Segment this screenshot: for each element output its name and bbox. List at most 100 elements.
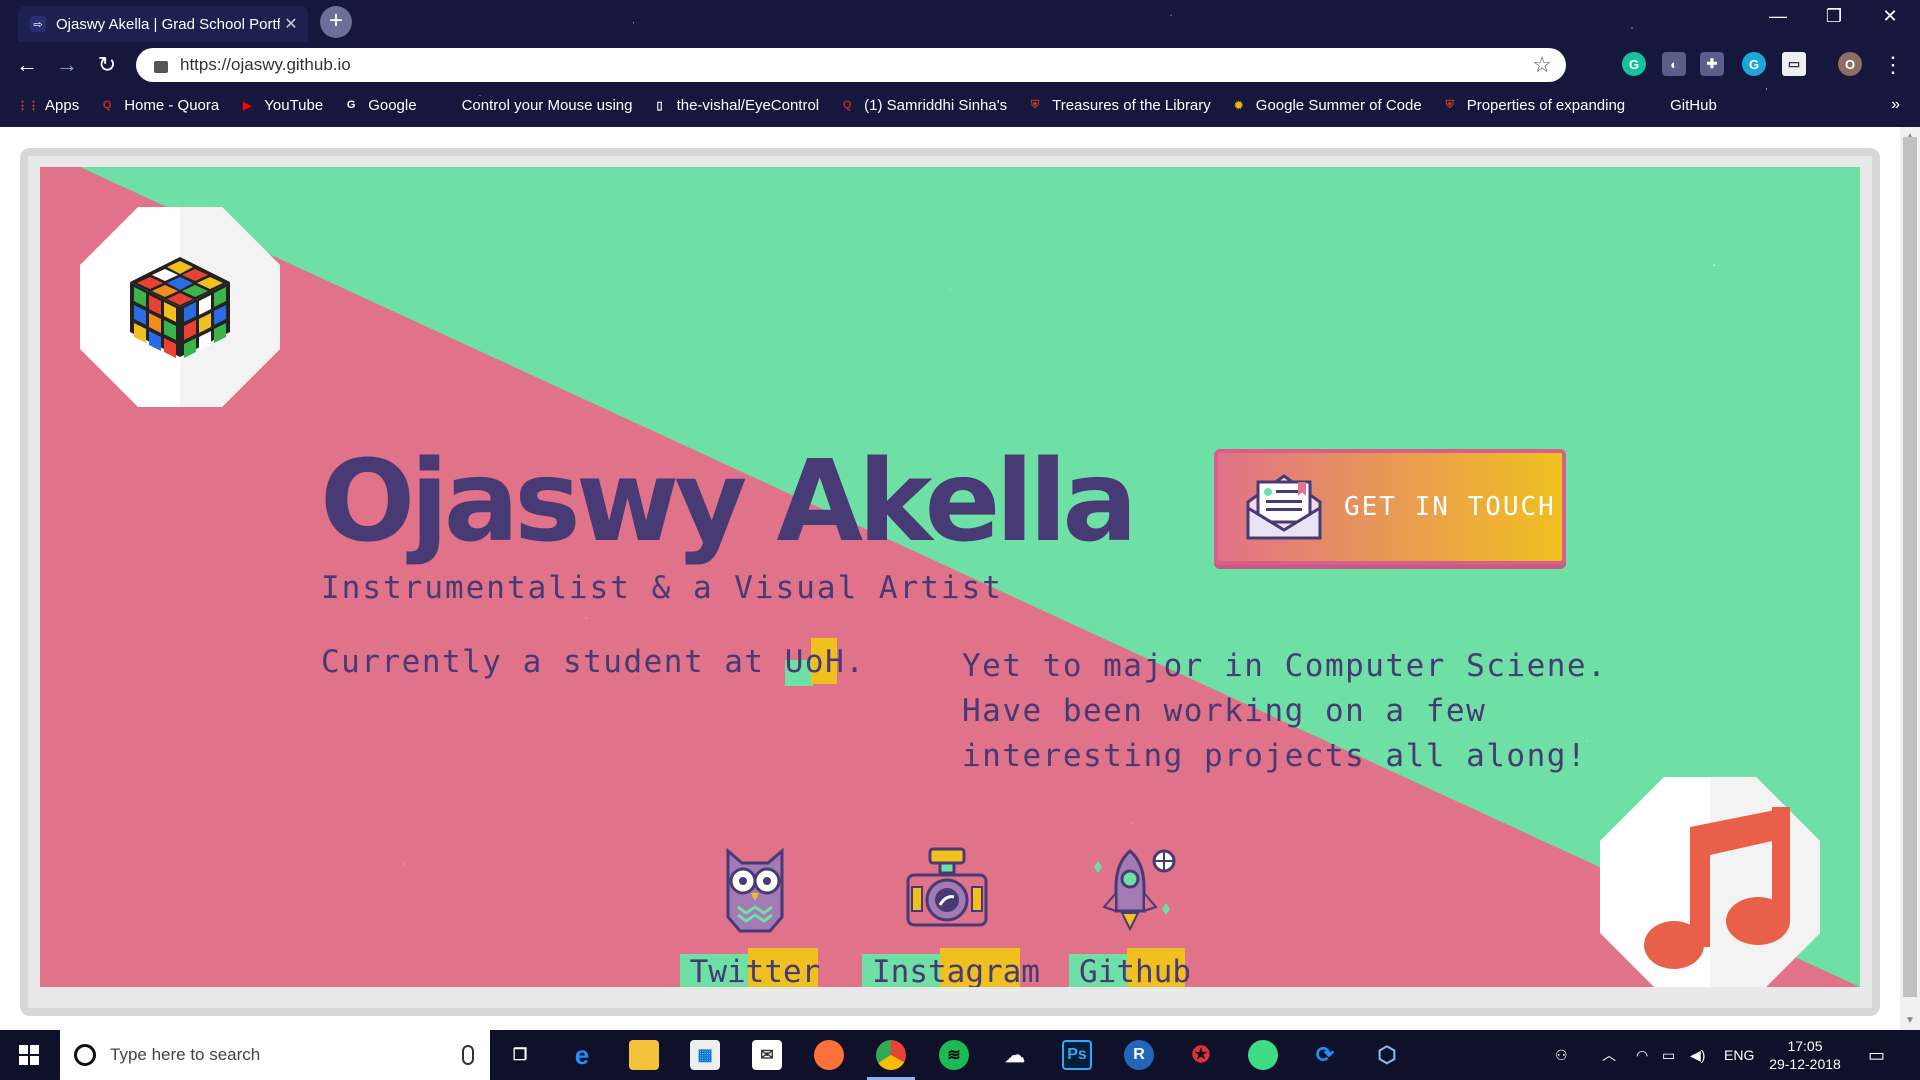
volume-icon[interactable]: ◀) [1690,1030,1705,1080]
forward-button[interactable]: → [52,52,82,78]
bookmarks-bar: ⋮⋮ Apps Q Home - Quora ▶ YouTube G Google ● Contr… [0,92,1717,118]
bookmark-label: Properties of expanding [1466,96,1626,114]
bio-line: interesting projects all along! [962,738,1588,774]
bookmark-item[interactable]: ⋮⋮ Apps [17,97,79,114]
current-status: Currently a student at UoH. [321,638,865,686]
tab-title: Ojaswy Akella | Grad School Portfolio [56,15,280,33]
spotify-icon[interactable]: ≋ [939,1040,969,1070]
network-tool-icon[interactable]: ✪ [1186,1040,1216,1070]
soundcloud-icon[interactable]: ☁ [1000,1040,1030,1070]
tray-overflow-icon[interactable]: ︿ [1602,1030,1616,1080]
back-button[interactable]: ← [12,52,42,78]
instagram-label: Instagram [872,954,1040,987]
taskbar-search-input[interactable]: Type here to search [60,1030,490,1080]
browser-tab-active[interactable]: ⇨ Ojaswy Akella | Grad School Portfolio … [18,6,308,42]
sync-icon[interactable]: ⟳ [1310,1040,1340,1070]
bookmark-star-icon[interactable]: ☆ [1532,52,1552,78]
url-text[interactable]: https://ojaswy.github.io [180,55,1532,75]
scroll-thumb[interactable] [1903,137,1917,997]
lightbulb-extension-icon[interactable]: ◐ [1662,52,1686,76]
github-link[interactable]: Github [1050,847,1220,987]
get-in-touch-button[interactable]: GET IN TOUCH [1214,449,1566,565]
puzzle-extension-icon[interactable]: ✚ [1700,52,1724,76]
bio-line: Have been working on a few [962,693,1487,729]
minimize-button[interactable]: — [1758,6,1798,27]
bookmark-item[interactable]: Q Home - Quora [99,97,219,114]
bookmark-label: the-vishal/EyeControl [676,96,820,114]
bookmark-item[interactable]: Q (1) Samriddhi Sinha's [839,97,1007,114]
browser-chrome: ⇨ Ojaswy Akella | Grad School Portfolio … [0,0,1920,127]
tab-close-icon[interactable]: ✕ [280,14,302,34]
hero-card: Ojaswy Akella Instrumentalist & a Visual… [40,167,1860,987]
firefox-icon[interactable] [814,1040,844,1070]
bookmark-item[interactable]: ✹ Google Summer of Code [1231,97,1422,114]
microphone-icon[interactable] [462,1045,474,1065]
cortana-icon [74,1044,96,1066]
instagram-link[interactable]: Instagram [862,847,1040,987]
screen-extension-icon[interactable]: ▭ [1782,52,1806,76]
bio-line: Yet to major in Computer Sciene. [962,648,1608,684]
scroll-down-icon[interactable]: ▼ [1905,1015,1915,1026]
restore-button[interactable]: ❐ [1814,6,1854,27]
bookmark-label: Control your Mouse using Eye [461,96,632,114]
store-icon[interactable]: ▦ [690,1040,720,1070]
g-extension-icon[interactable]: G [1742,52,1766,76]
close-window-button[interactable]: ✕ [1870,6,1910,27]
wifi-icon[interactable]: ◠ [1636,1030,1648,1080]
bookmark-label: YouTube [264,96,324,114]
people-icon[interactable]: ⚇ [1555,1030,1568,1080]
bookmark-item[interactable]: G Google [343,96,417,114]
page-scrollbar[interactable]: ▲ ▼ [1900,127,1920,1030]
photoshop-icon[interactable]: Ps [1062,1040,1092,1070]
page-title: Ojaswy Akella [320,437,1138,567]
virtualbox-icon[interactable]: ⬡ [1372,1040,1402,1070]
site-favicon-icon: ⇨ [30,16,46,32]
apps-grid-icon: ⋮⋮ [17,99,39,112]
clock-date: 29-12-2018 [1769,1056,1841,1072]
shield-icon: ⛨ [1445,98,1454,111]
new-tab-button[interactable]: + [320,6,352,38]
youtube-icon: ▶ [243,99,252,112]
file-explorer-icon[interactable] [629,1040,659,1070]
bookmark-item[interactable]: ▯ the-vishal/EyeControl [652,97,820,114]
bookmark-item[interactable]: ⛨ Treasures of the Library [1027,97,1211,114]
grammarly-extension-icon[interactable]: G [1622,52,1646,76]
edge-icon[interactable]: e [567,1040,597,1070]
current-prefix: Currently a student at [321,644,785,680]
notifications-icon[interactable]: ▭ [1868,1030,1885,1080]
google-icon: G [346,99,356,111]
language-indicator[interactable]: ENG [1724,1030,1754,1080]
bookmark-label: Google [368,96,417,114]
bookmark-item[interactable]: ▶ YouTube [239,97,323,114]
rocket-icon [1094,849,1176,932]
r-language-icon[interactable]: R [1124,1040,1154,1070]
bookmark-item[interactable]: ● GitHub [1645,97,1717,114]
chrome-icon[interactable] [876,1040,906,1070]
mail-icon[interactable]: ✉ [752,1040,782,1070]
get-in-touch-label: GET IN TOUCH [1344,492,1556,522]
bookmark-item[interactable]: ● Control your Mouse using Eye [437,96,632,114]
envelope-icon [1246,474,1322,540]
github-label: Github [1079,954,1191,987]
task-view-icon[interactable]: ❐ [505,1040,535,1070]
windows-logo-icon [19,1045,39,1065]
menu-kebab-icon[interactable]: ⋮ [1878,52,1908,78]
battery-icon[interactable]: ▭ [1662,1030,1675,1080]
shield-icon: ⛨ [1030,98,1040,111]
reload-button[interactable]: ↻ [92,52,122,78]
quora-icon: Q [102,99,112,111]
clock-time: 17:05 [1787,1038,1823,1054]
tagline: Instrumentalist & a Visual Artist [321,570,1003,606]
profile-avatar[interactable]: O [1838,52,1862,76]
android-studio-icon[interactable] [1248,1040,1278,1070]
bio-text: Yet to major in Computer Sciene. Have be… [962,644,1607,779]
bookmarks-overflow-icon[interactable]: » [1891,96,1900,114]
address-bar[interactable]: https://ojaswy.github.io ☆ [136,48,1566,82]
start-button[interactable] [0,1030,58,1080]
lock-icon [154,61,168,73]
quora-icon: Q [842,99,852,111]
search-placeholder: Type here to search [110,1045,261,1064]
bookmark-item[interactable]: ⛨ Properties of expanding [1442,96,1626,114]
twitter-link[interactable]: Twitter [670,847,840,987]
system-clock[interactable]: 17:05 29-12-2018 [1760,1037,1850,1073]
